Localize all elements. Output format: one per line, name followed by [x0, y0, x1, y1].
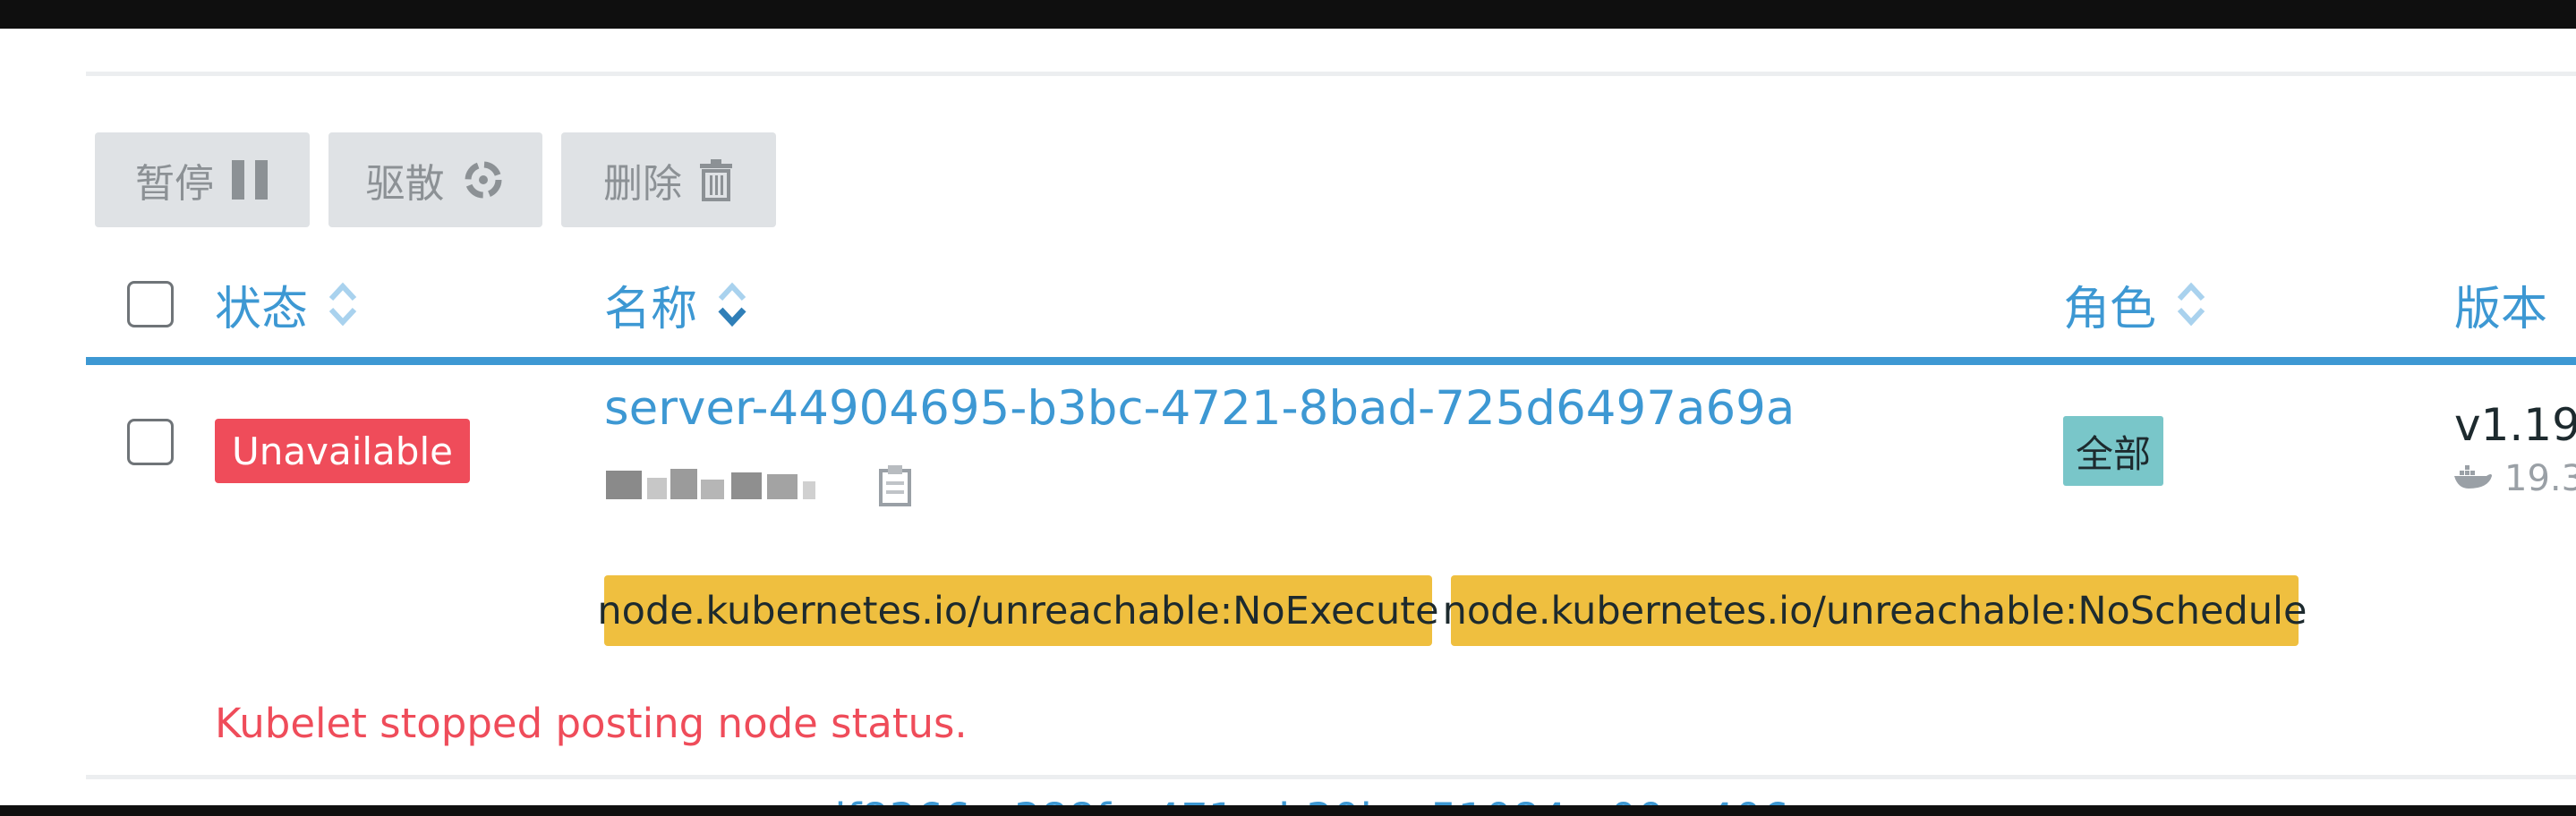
copy-icon[interactable]: [877, 463, 913, 512]
window-top-bar: [0, 0, 2576, 29]
sort-icon: [2176, 279, 2206, 329]
top-divider: [86, 72, 2576, 76]
select-all-checkbox[interactable]: [127, 281, 174, 327]
column-header-state[interactable]: 状态: [215, 273, 358, 336]
delete-button-label: 删除: [603, 161, 682, 207]
column-header-name-label: 名称: [604, 282, 698, 336]
docker-version-text: 19.3: [2504, 458, 2576, 499]
row-divider: [86, 775, 2576, 779]
node-error-message: Kubelet stopped posting node status.: [215, 700, 968, 747]
status-badge: Unavailable: [215, 419, 470, 483]
sort-icon: [328, 279, 358, 329]
kubelet-version: v1.19.6: [2454, 399, 2576, 451]
delete-button[interactable]: 删除: [561, 132, 776, 227]
taint-badge: node.kubernetes.io/unreachable:NoSchedul…: [1443, 575, 2307, 646]
window-bottom-bar: [0, 805, 2576, 816]
drain-button[interactable]: 驱散: [328, 132, 542, 227]
pause-icon: [230, 158, 269, 201]
sort-descending-icon: [717, 279, 747, 329]
trash-icon: [698, 158, 734, 201]
column-header-roles-label: 角色: [2063, 282, 2157, 336]
pause-button[interactable]: 暂停: [95, 132, 310, 227]
next-row-name-link[interactable]: df8366 - 388f - 471 - b30b - 51084 - 00 …: [819, 795, 1789, 805]
drain-icon: [461, 157, 506, 202]
docker-icon: [2452, 458, 2494, 499]
drain-button-label: 驱散: [365, 161, 445, 207]
column-header-name[interactable]: 名称: [604, 273, 747, 336]
column-header-version[interactable]: 版本: [2454, 273, 2547, 336]
pause-button-label: 暂停: [135, 161, 214, 207]
node-name-link[interactable]: server-44904695-b3bc-4721-8bad-725d6497a…: [604, 381, 1795, 436]
column-header-version-label: 版本: [2454, 282, 2548, 336]
role-badge: 全部: [2063, 416, 2163, 486]
docker-version: 19.3: [2452, 458, 2576, 499]
taint-badge: node.kubernetes.io/unreachable:NoExecute: [597, 575, 1439, 646]
column-header-roles[interactable]: 角色: [2063, 273, 2206, 336]
header-rule: [86, 357, 2576, 365]
node-ip-redacted: [606, 462, 910, 510]
column-header-state-label: 状态: [215, 282, 309, 336]
row-select-checkbox[interactable]: [127, 419, 174, 465]
